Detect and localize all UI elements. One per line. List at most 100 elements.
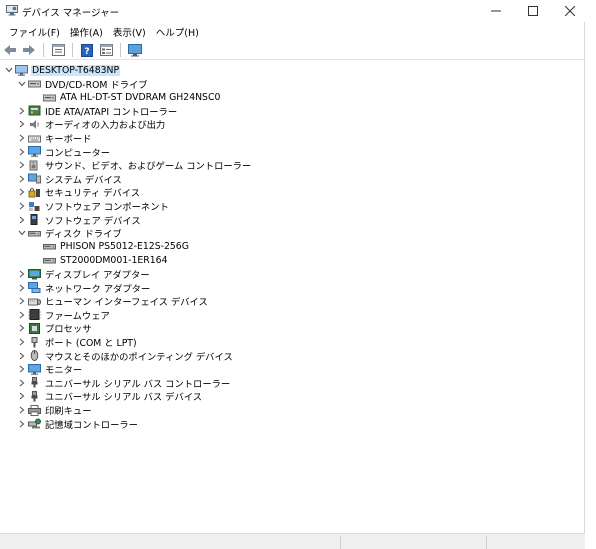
tree-item-software-device[interactable]: ソフトウェア デバイス <box>17 213 142 227</box>
monitor-icon <box>27 363 41 375</box>
expand-chevron-icon[interactable] <box>17 376 27 390</box>
menu-view[interactable]: 表示(V) <box>108 25 151 39</box>
tree-item-label: ソフトウェア コンポーネント <box>45 202 169 213</box>
collapse-chevron-icon[interactable] <box>17 226 27 240</box>
collapse-chevron-icon[interactable] <box>4 63 14 77</box>
expand-chevron-icon[interactable] <box>17 131 27 145</box>
computer-icon <box>14 64 28 76</box>
collapse-chevron-icon[interactable] <box>17 77 27 91</box>
tree-item-label: システム デバイス <box>45 174 122 186</box>
tree-item-label: セキュリティ デバイス <box>45 188 141 200</box>
expand-chevron-icon[interactable] <box>17 213 27 227</box>
expand-chevron-icon[interactable] <box>17 267 27 281</box>
menu-help[interactable]: ヘルプ(H) <box>151 25 204 39</box>
monitor-scan-icon[interactable] <box>127 42 143 58</box>
tree-item-label: モニター <box>45 365 83 377</box>
expand-chevron-icon[interactable] <box>17 308 27 322</box>
audio-icon <box>27 118 41 130</box>
expand-chevron-icon[interactable] <box>17 417 27 431</box>
back-arrow-icon[interactable] <box>2 42 18 58</box>
status-separator <box>340 536 341 549</box>
mouse-icon <box>27 350 41 362</box>
tree-item-dvd-drive[interactable]: DVD/CD-ROM ドライブ <box>17 77 149 91</box>
view-icon[interactable] <box>98 42 114 58</box>
expand-chevron-icon[interactable] <box>17 349 27 363</box>
expand-chevron-icon[interactable] <box>17 389 27 403</box>
menu-action[interactable]: 操作(A) <box>65 25 108 39</box>
close-button[interactable] <box>550 0 590 22</box>
tree-item-label: ヒューマン インターフェイス デバイス <box>45 297 208 309</box>
window-edge <box>586 0 596 549</box>
device-manager-app-icon <box>6 5 18 16</box>
expand-chevron-icon[interactable] <box>17 185 27 199</box>
tree-item-monitor[interactable]: モニター <box>17 362 83 376</box>
tree-item-label: 記憶域コントローラー <box>45 419 138 431</box>
tree-item-label: マウスとそのほかのポインティング デバイス <box>45 351 233 363</box>
tree-item-usb[interactable]: ユニバーサル シリアル バス デバイス <box>17 389 203 403</box>
tree-item-audio[interactable]: オーディオの入力および出力 <box>17 117 166 131</box>
expand-chevron-icon[interactable] <box>17 117 27 131</box>
tree-item-port[interactable]: ポート (COM と LPT) <box>17 335 138 349</box>
properties-icon[interactable] <box>50 42 66 58</box>
tree-item-software-component[interactable]: ソフトウェア コンポーネント <box>17 199 170 213</box>
tree-item-disk-drive[interactable]: ディスク ドライブ <box>17 226 123 240</box>
disk-drive-icon <box>42 241 56 253</box>
expand-chevron-icon[interactable] <box>17 403 27 417</box>
software-component-icon <box>27 200 41 212</box>
title-bar[interactable]: デバイス マネージャー <box>0 0 585 22</box>
help-icon[interactable]: ? <box>79 42 95 58</box>
tree-item-label: 印刷キュー <box>45 406 92 417</box>
expand-chevron-icon[interactable] <box>17 158 27 172</box>
tree-item-system-device[interactable]: システム デバイス <box>17 172 123 186</box>
menu-file[interactable]: ファイル(F) <box>4 25 65 39</box>
dvd-drive-icon <box>27 78 41 90</box>
tree-item-processor[interactable]: プロセッサ <box>17 321 93 335</box>
tree-item-mouse[interactable]: マウスとそのほかのポインティング デバイス <box>17 349 234 363</box>
expand-chevron-icon[interactable] <box>17 281 27 295</box>
tree-item-keyboard[interactable]: キーボード <box>17 131 93 145</box>
expand-chevron-icon[interactable] <box>17 321 27 335</box>
device-tree: DESKTOP-T6483NP DVD/CD-ROM ドライブ ATA HL-DT… <box>0 63 585 533</box>
tree-item-label: ソフトウェア デバイス <box>45 215 141 227</box>
tree-item-sound[interactable]: サウンド、ビデオ、およびゲーム コントローラー <box>17 158 252 172</box>
minimize-button[interactable] <box>476 0 516 22</box>
tree-item-usb[interactable]: ユニバーサル シリアル バス コントローラー <box>17 376 231 390</box>
tree-child-disk-drive[interactable]: ST2000DM001-1ER164 <box>42 253 169 267</box>
tree-child-dvd-drive[interactable]: ATA HL-DT-ST DVDRAM GH24NSC0 <box>42 90 221 104</box>
maximize-button[interactable] <box>513 0 553 22</box>
tree-item-display-adapter[interactable]: ディスプレイ アダプター <box>17 267 151 281</box>
expand-chevron-icon[interactable] <box>17 294 27 308</box>
software-device-icon <box>27 214 41 226</box>
tree-root-label: DESKTOP-T6483NP <box>31 64 121 76</box>
tree-item-label: キーボード <box>45 134 92 145</box>
expand-chevron-icon[interactable] <box>17 335 27 349</box>
tree-item-firmware[interactable]: ファームウェア <box>17 308 111 322</box>
expand-chevron-icon[interactable] <box>17 104 27 118</box>
forward-arrow-icon[interactable] <box>21 42 37 58</box>
status-separator <box>486 536 487 549</box>
usb-icon <box>27 377 41 389</box>
tree-item-label: ネットワーク アダプター <box>45 283 151 295</box>
tree-item-label: コンピューター <box>45 147 111 159</box>
tree-item-printer[interactable]: 印刷キュー <box>17 403 93 417</box>
toolbar-separator <box>120 43 121 57</box>
tree-root[interactable]: DESKTOP-T6483NP <box>4 63 121 77</box>
expand-chevron-icon[interactable] <box>17 362 27 376</box>
tree-item-network-adapter[interactable]: ネットワーク アダプター <box>17 281 151 295</box>
tree-item-security-device[interactable]: セキュリティ デバイス <box>17 185 141 199</box>
tree-item-label: ファームウェア <box>45 310 110 322</box>
sound-icon <box>27 159 41 171</box>
tree-item-hid[interactable]: ヒューマン インターフェイス デバイス <box>17 294 209 308</box>
expand-chevron-icon[interactable] <box>17 199 27 213</box>
toolbar-separator <box>72 43 73 57</box>
security-device-icon <box>27 186 41 198</box>
tree-item-label: プロセッサ <box>45 324 92 336</box>
menu-bar: ファイル(F) 操作(A) 表示(V) ヘルプ(H) <box>0 22 585 41</box>
tree-item-computer[interactable]: コンピューター <box>17 145 111 159</box>
tree-child-label: ATA HL-DT-ST DVDRAM GH24NSC0 <box>60 91 221 103</box>
tree-item-ide-controller[interactable]: IDE ATA/ATAPI コントローラー <box>17 104 178 118</box>
tree-child-disk-drive[interactable]: PHISON PS5012-E12S-256G <box>42 240 190 254</box>
expand-chevron-icon[interactable] <box>17 172 27 186</box>
tree-item-storage-controller[interactable]: 記憶域コントローラー <box>17 417 139 431</box>
expand-chevron-icon[interactable] <box>17 145 27 159</box>
